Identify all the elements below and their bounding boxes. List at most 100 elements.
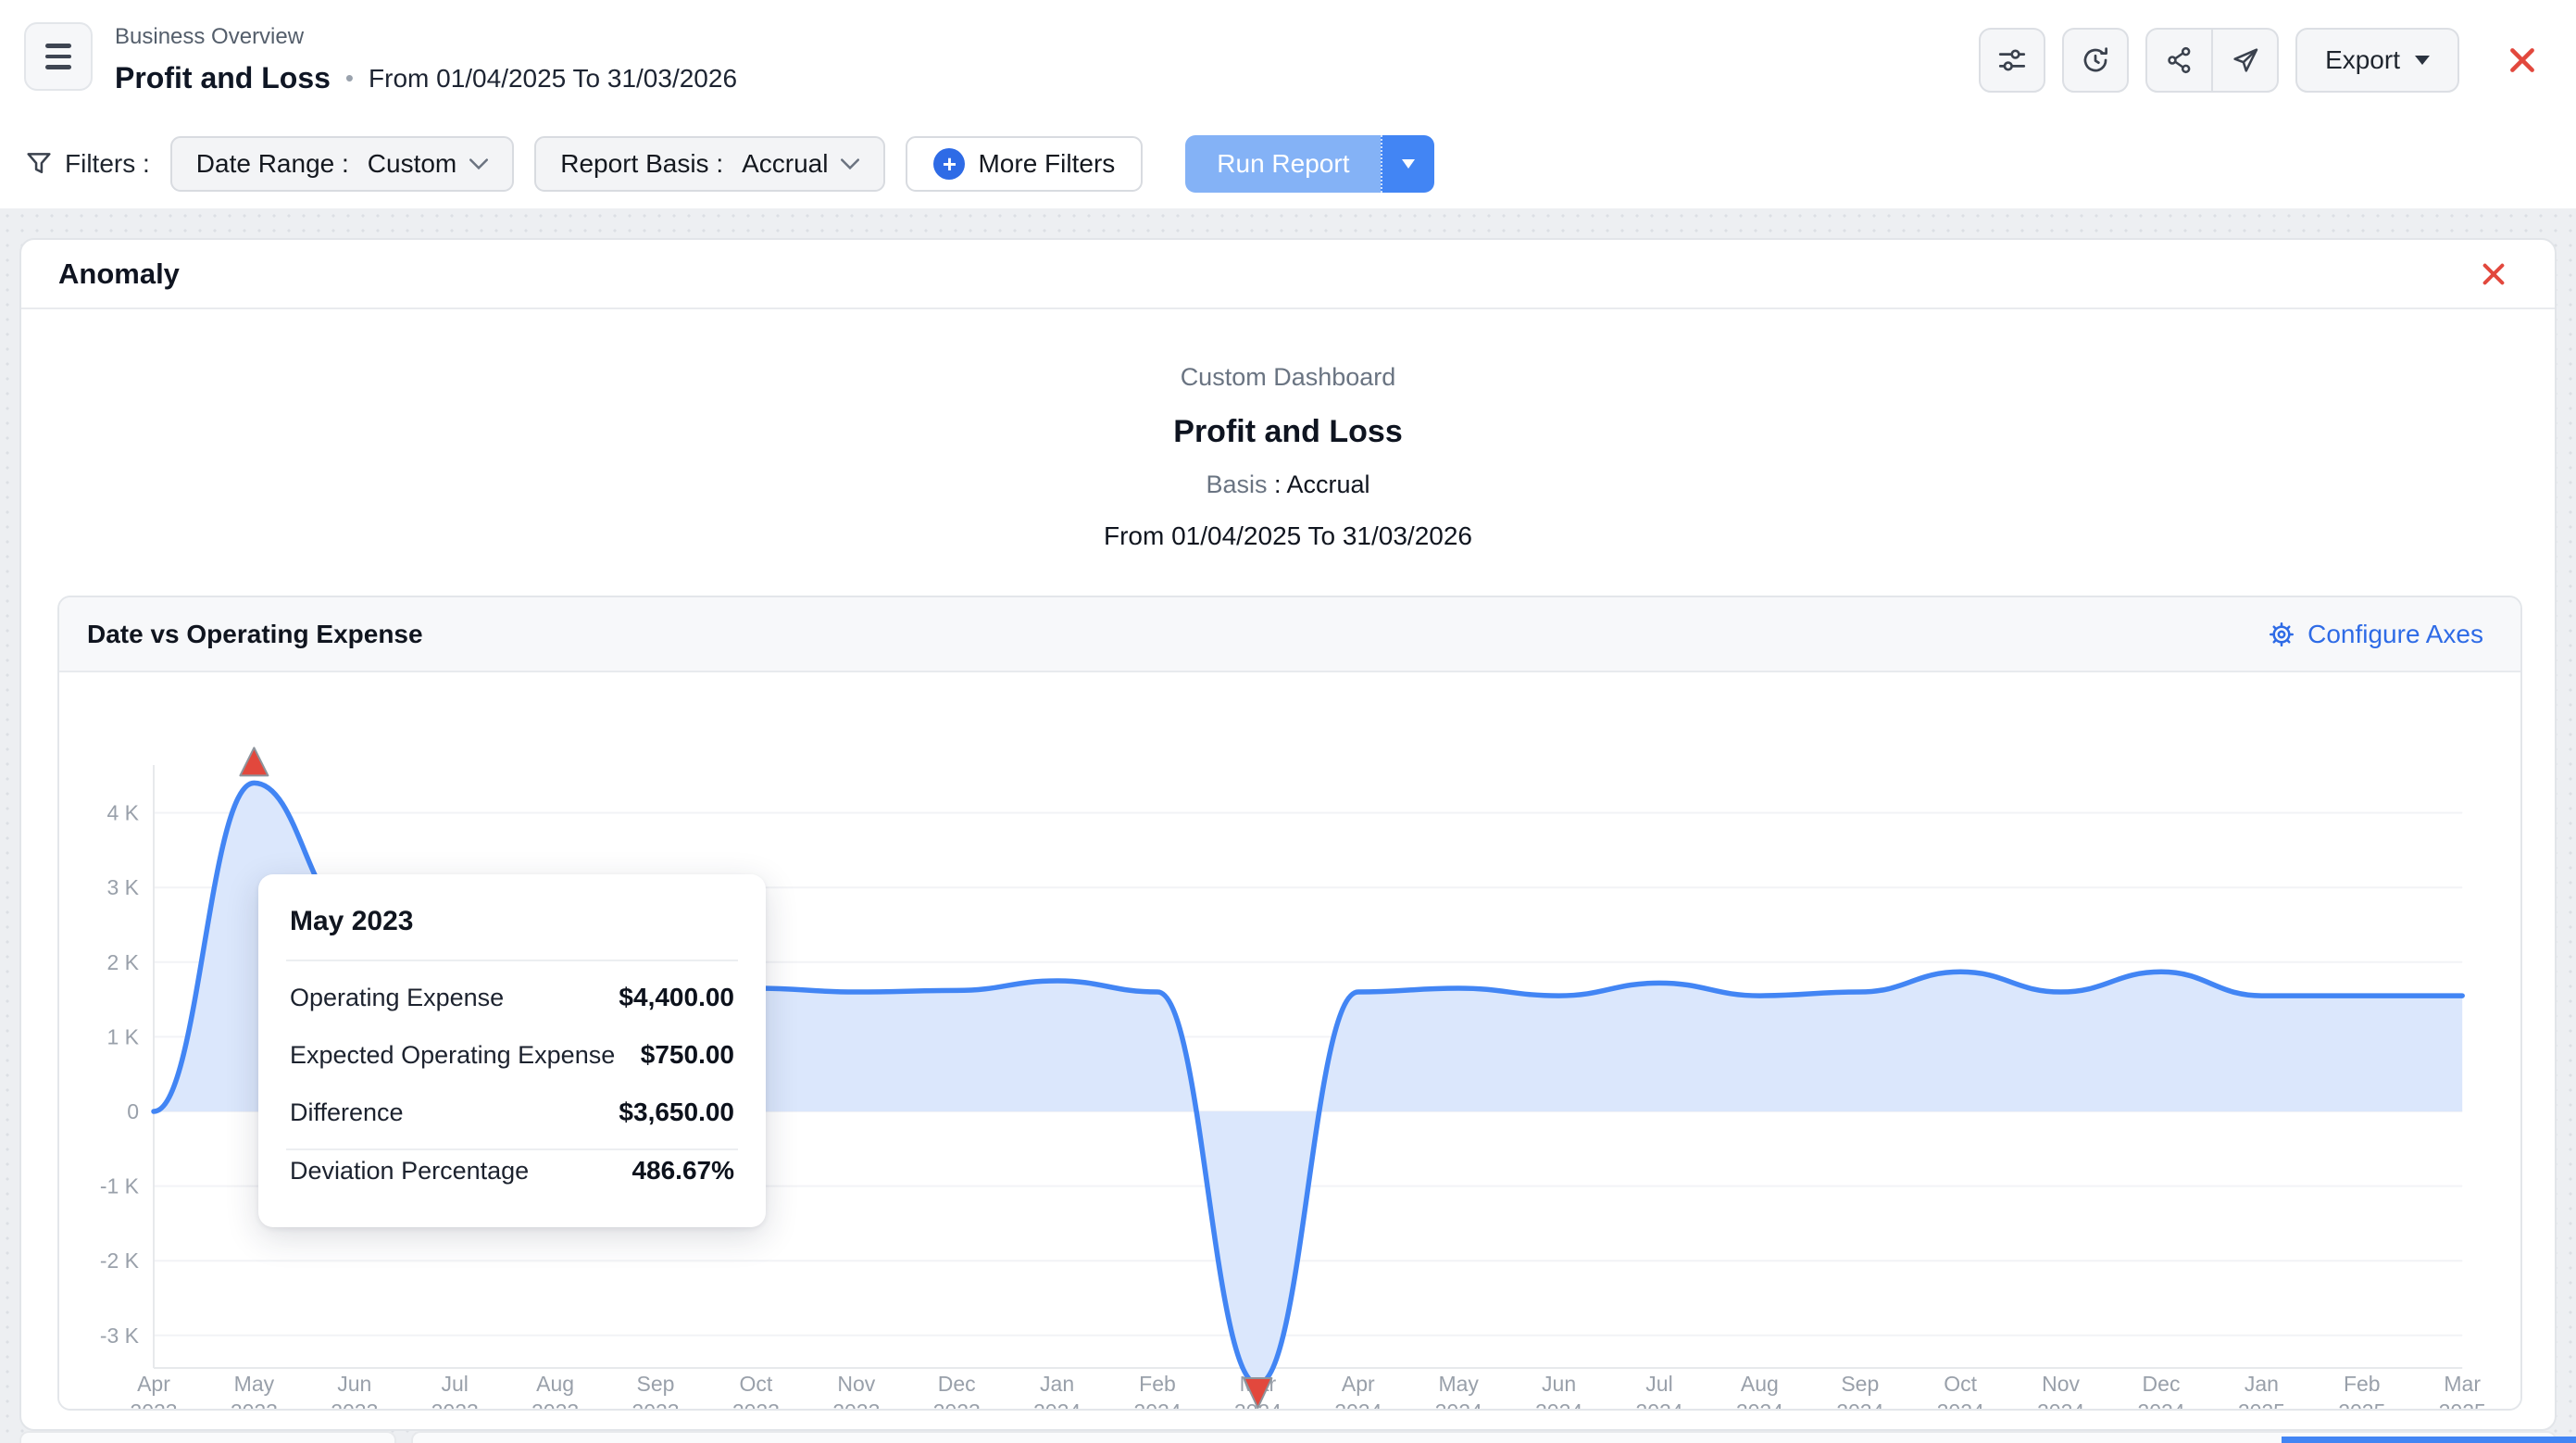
tooltip-row-value: 486.67% [631, 1156, 734, 1186]
svg-text:Apr: Apr [1342, 1372, 1375, 1396]
svg-text:2023: 2023 [231, 1399, 278, 1411]
chart-tooltip: May 2023 Operating Expense $4,400.00 Exp… [258, 874, 766, 1227]
refresh-icon [2080, 44, 2111, 76]
chart-card: Date vs Operating Expense Configure Axes… [57, 596, 2522, 1411]
horizontal-scrollbar-thumb[interactable] [2282, 1437, 2576, 1443]
svg-text:2025: 2025 [2439, 1399, 2486, 1411]
anomaly-title: Anomaly [58, 257, 180, 291]
svg-text:2023: 2023 [732, 1399, 780, 1411]
svg-text:1 K: 1 K [106, 1024, 139, 1048]
tooltip-row-label: Expected Operating Expense [290, 1041, 615, 1070]
report-basis-value: Accrual [742, 149, 828, 179]
anomaly-panel-header: Anomaly [21, 240, 2555, 309]
svg-text:Feb: Feb [2344, 1372, 2381, 1396]
share-icon [2165, 45, 2195, 75]
date-range-dropdown[interactable]: Date Range : Custom [170, 136, 514, 192]
tooltip-row-value: $750.00 [641, 1040, 734, 1070]
svg-text:2023: 2023 [631, 1399, 679, 1411]
svg-text:2024: 2024 [1334, 1399, 1382, 1411]
svg-text:2023: 2023 [531, 1399, 579, 1411]
svg-text:2024: 2024 [1435, 1399, 1482, 1411]
tooltip-row: Operating Expense $4,400.00 [286, 969, 738, 1026]
send-icon [2231, 45, 2260, 75]
svg-text:Aug: Aug [536, 1372, 574, 1396]
svg-text:2025: 2025 [2338, 1399, 2385, 1411]
top-bar: Business Overview Profit and Loss • From… [0, 0, 2576, 119]
basis-line: Basis : Accrual [21, 471, 2555, 499]
chart-plot-area[interactable]: 4 K3 K2 K1 K0-1 K-2 K-3 KApr2023May2023J… [59, 672, 2522, 1411]
gear-icon [2267, 620, 2296, 649]
svg-text:2024: 2024 [1635, 1399, 1682, 1411]
svg-text:2 K: 2 K [106, 950, 139, 974]
refresh-button[interactable] [2062, 28, 2129, 93]
svg-text:3 K: 3 K [106, 875, 139, 899]
svg-text:2025: 2025 [2238, 1399, 2285, 1411]
svg-text:Dec: Dec [938, 1372, 976, 1396]
svg-text:2024: 2024 [1535, 1399, 1582, 1411]
more-filters-label: More Filters [978, 149, 1115, 179]
svg-text:May: May [1438, 1372, 1479, 1396]
svg-text:Jan: Jan [2245, 1372, 2279, 1396]
svg-text:Apr: Apr [137, 1372, 170, 1396]
share-button[interactable] [2147, 30, 2211, 91]
svg-text:Jun: Jun [1542, 1372, 1576, 1396]
tooltip-row: Expected Operating Expense $750.00 [286, 1026, 738, 1084]
breadcrumb[interactable]: Business Overview [115, 24, 737, 50]
report-basis-label: Report Basis : [560, 149, 723, 179]
hamburger-menu-button[interactable] [24, 22, 93, 91]
svg-text:Feb: Feb [1139, 1372, 1176, 1396]
svg-text:Jan: Jan [1040, 1372, 1074, 1396]
run-report-options-button[interactable] [1381, 135, 1434, 193]
svg-text:-1 K: -1 K [100, 1174, 140, 1198]
tooltip-row-label: Difference [290, 1098, 404, 1127]
svg-text:2023: 2023 [130, 1399, 177, 1411]
svg-text:Oct: Oct [1944, 1372, 1977, 1396]
sliders-icon [1996, 44, 2028, 76]
tooltip-row-value: $3,650.00 [619, 1098, 734, 1127]
basis-label: Basis [1206, 471, 1267, 498]
date-range-value: Custom [368, 149, 456, 179]
close-icon [2507, 44, 2538, 76]
configure-axes-label: Configure Axes [2307, 620, 2483, 649]
svg-text:4 K: 4 K [106, 801, 139, 825]
tooltip-footer-row: Deviation Percentage 486.67% [286, 1150, 738, 1199]
filters-label: Filters : [24, 149, 150, 179]
customize-columns-button[interactable] [1979, 28, 2045, 93]
filter-funnel-icon [24, 149, 54, 179]
svg-text:0: 0 [127, 1099, 139, 1123]
svg-text:Nov: Nov [837, 1372, 875, 1396]
close-report-button[interactable] [2496, 34, 2548, 86]
tooltip-row: Difference $3,650.00 [286, 1084, 738, 1141]
svg-text:2023: 2023 [431, 1399, 479, 1411]
export-caret-icon [2415, 56, 2430, 65]
share-send-button-group [2145, 28, 2279, 93]
next-card-top-left [19, 1431, 396, 1443]
page-background: Anomaly Custom Dashboard Profit and Loss… [0, 208, 2576, 1443]
send-button[interactable] [2211, 30, 2277, 91]
next-card-top-right [411, 1431, 2557, 1443]
chart-card-header: Date vs Operating Expense Configure Axes [59, 597, 2520, 672]
chevron-down-icon [841, 158, 859, 169]
more-filters-button[interactable]: + More Filters [906, 136, 1143, 192]
svg-text:Jun: Jun [337, 1372, 371, 1396]
anomaly-close-button[interactable] [2473, 254, 2514, 295]
svg-text:2024: 2024 [2137, 1399, 2184, 1411]
tooltip-title: May 2023 [286, 906, 738, 960]
plus-icon: + [933, 148, 965, 180]
report-basis-dropdown[interactable]: Report Basis : Accrual [534, 136, 885, 192]
tooltip-row-label: Operating Expense [290, 984, 504, 1012]
svg-text:2024: 2024 [2037, 1399, 2084, 1411]
report-title: Profit and Loss [21, 414, 2555, 450]
basis-separator: : [1274, 471, 1282, 498]
export-button[interactable]: Export [2295, 28, 2459, 93]
svg-text:Sep: Sep [1841, 1372, 1879, 1396]
chevron-down-icon [469, 158, 488, 169]
svg-text:Aug: Aug [1741, 1372, 1779, 1396]
header-date-range: From 01/04/2025 To 31/03/2026 [369, 64, 737, 94]
configure-axes-button[interactable]: Configure Axes [2267, 620, 2483, 649]
run-report-button[interactable]: Run Report [1185, 135, 1381, 193]
date-range-label: Date Range : [196, 149, 349, 179]
svg-text:2023: 2023 [933, 1399, 981, 1411]
run-report-split-button: Run Report [1185, 135, 1434, 193]
svg-text:Oct: Oct [740, 1372, 773, 1396]
